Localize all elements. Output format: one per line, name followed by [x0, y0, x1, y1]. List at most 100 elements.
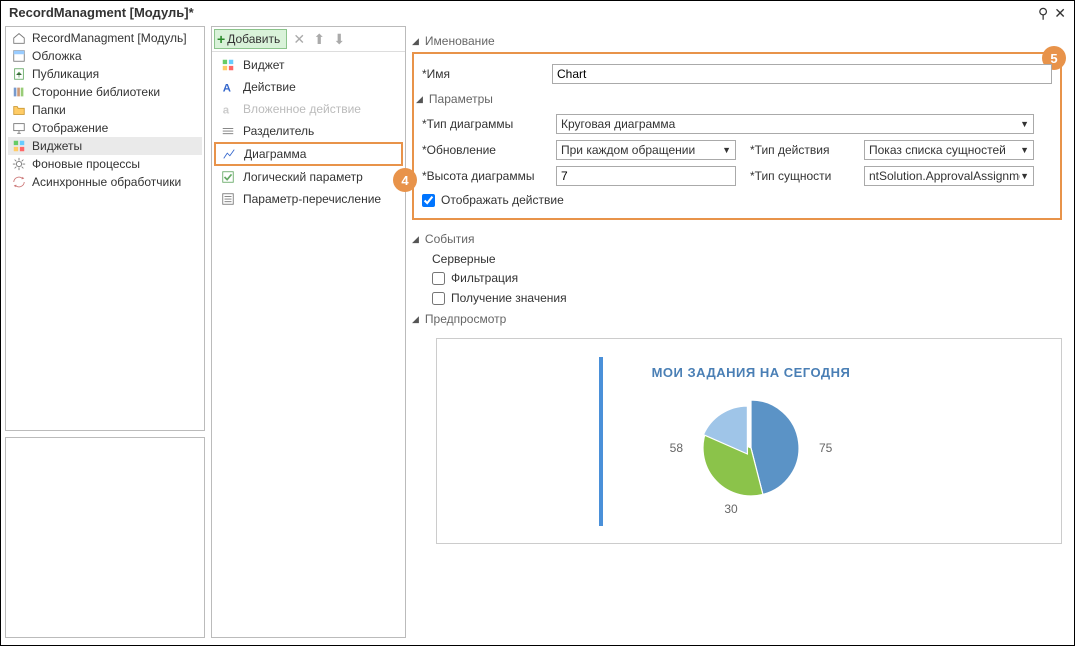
folder-icon — [12, 103, 26, 117]
chevron-down-icon: ▼ — [1020, 145, 1029, 155]
menu-item-nested[interactable]: a Вложенное действие — [214, 98, 403, 120]
pie-chart — [691, 388, 811, 508]
tree-item-label: Виджеты — [32, 139, 82, 153]
show-action-checkbox[interactable]: Отображать действие — [422, 190, 1052, 210]
pie-label-right: 75 — [819, 441, 832, 455]
menu-item-enum[interactable]: Параметр-перечисление — [214, 188, 403, 210]
widget-icon — [12, 139, 26, 153]
cover-icon — [12, 49, 26, 63]
tree-item-label: RecordManagment [Модуль] — [32, 31, 187, 45]
tree-item-async[interactable]: Асинхронные обработчики — [8, 173, 202, 191]
menu-item-bool[interactable]: Логический параметр — [214, 166, 403, 188]
pie-title: МОИ ЗАДАНИЯ НА СЕГОДНЯ — [619, 365, 883, 380]
chart-height-label: *Высота диаграммы — [422, 169, 542, 183]
chart-height-input[interactable] — [556, 166, 736, 186]
tree-item-cover[interactable]: Обложка — [8, 47, 202, 65]
left-preview-box — [5, 437, 205, 638]
menu-item-label: Виджет — [243, 58, 285, 72]
tree-item-folder[interactable]: Папки — [8, 101, 202, 119]
action-type-select[interactable]: Показ списка сущностей▼ — [864, 140, 1034, 160]
getvalue-checkbox[interactable]: Получение значения — [432, 288, 1062, 308]
collapse-icon: ◢ — [416, 94, 423, 105]
plus-icon: + — [217, 31, 225, 47]
sep-icon — [221, 124, 235, 138]
menu-item-label: Диаграмма — [244, 147, 306, 161]
menu-item-label: Вложенное действие — [243, 102, 361, 116]
menu-item-sep[interactable]: Разделитель — [214, 120, 403, 142]
move-down-icon[interactable]: ⬇ — [331, 31, 347, 48]
collapse-icon: ◢ — [412, 314, 419, 325]
add-button[interactable]: + Добавить — [214, 29, 287, 49]
tree-item-label: Папки — [32, 103, 66, 117]
chart-type-select[interactable]: Круговая диаграмма▼ — [556, 114, 1034, 134]
menu-item-label: Разделитель — [243, 124, 314, 138]
titlebar: RecordManagment [Модуль]* ⚲ ✕ — [1, 1, 1074, 22]
display-icon — [12, 121, 26, 135]
tree-item-label: Публикация — [32, 67, 99, 81]
enum-icon — [221, 192, 235, 206]
collapse-icon: ◢ — [412, 36, 419, 47]
home-icon — [12, 31, 26, 45]
async-icon — [12, 175, 26, 189]
widget-icon — [221, 58, 235, 72]
svg-text:A: A — [223, 82, 231, 94]
add-menu-panel: + Добавить ✕ ⬆ ⬇ 4 ВиджетAДействиеaВложе… — [211, 26, 406, 638]
name-input[interactable] — [552, 64, 1052, 84]
show-action-cb-input[interactable] — [422, 194, 435, 207]
chart-icon — [222, 147, 236, 161]
tree-item-label: Обложка — [32, 49, 82, 63]
move-up-icon[interactable]: ⬆ — [311, 31, 327, 48]
tree-item-display[interactable]: Отображение — [8, 119, 202, 137]
action-type-label: *Тип действия — [750, 143, 870, 157]
events-server-label: Серверные — [432, 250, 1062, 268]
getvalue-cb-input[interactable] — [432, 292, 445, 305]
chevron-down-icon: ▼ — [1020, 171, 1029, 181]
delete-icon[interactable]: ✕ — [291, 31, 307, 48]
pie-widget-card: МОИ ЗАДАНИЯ НА СЕГОДНЯ 58 75 30 — [599, 357, 899, 526]
add-button-label: Добавить — [227, 32, 280, 46]
tree-item-home[interactable]: RecordManagment [Модуль] — [8, 29, 202, 47]
filter-checkbox[interactable]: Фильтрация — [432, 268, 1062, 288]
section-preview[interactable]: ◢ Предпросмотр — [412, 308, 1062, 330]
entity-type-select[interactable]: ntSolution.ApprovalAssignment▼ — [864, 166, 1034, 186]
name-label: *Имя — [422, 67, 542, 81]
menu-item-chart[interactable]: Диаграмма — [214, 142, 403, 166]
tree-item-publish[interactable]: Публикация — [8, 65, 202, 83]
menu-item-label: Логический параметр — [243, 170, 363, 184]
pin-icon[interactable]: ⚲ — [1038, 6, 1048, 20]
gear-icon — [12, 157, 26, 171]
tree-item-label: Отображение — [32, 121, 108, 135]
chevron-down-icon: ▼ — [722, 145, 731, 155]
pie-label-left: 58 — [670, 441, 683, 455]
section-events[interactable]: ◢ События — [412, 228, 1062, 250]
tree-item-label: Фоновые процессы — [32, 157, 140, 171]
tree-item-label: Асинхронные обработчики — [32, 175, 181, 189]
window-title: RecordManagment [Модуль]* — [9, 5, 194, 20]
collapse-icon: ◢ — [412, 234, 419, 245]
menu-item-action[interactable]: A Действие — [214, 76, 403, 98]
chevron-down-icon: ▼ — [1020, 119, 1029, 129]
bool-icon — [221, 170, 235, 184]
action-icon: A — [221, 80, 235, 94]
pie-label-bottom: 30 — [724, 502, 737, 516]
lib-icon — [12, 85, 26, 99]
nested-icon: a — [221, 102, 235, 116]
navigation-tree: RecordManagment [Модуль] Обложка Публикаци… — [5, 26, 205, 431]
filter-cb-input[interactable] — [432, 272, 445, 285]
callout-box-5: *Имя ◢ Параметры *Тип диаграммы Круговая… — [412, 52, 1062, 220]
refresh-select[interactable]: При каждом обращении▼ — [556, 140, 736, 160]
preview-container: МОИ ЗАДАНИЯ НА СЕГОДНЯ 58 75 30 — [436, 338, 1062, 544]
menu-item-widget[interactable]: Виджет — [214, 54, 403, 76]
tree-item-lib[interactable]: Сторонние библиотеки — [8, 83, 202, 101]
refresh-label: *Обновление — [422, 143, 542, 157]
tree-item-label: Сторонние библиотеки — [32, 85, 160, 99]
tree-item-gear[interactable]: Фоновые процессы — [8, 155, 202, 173]
menu-item-label: Действие — [243, 80, 296, 94]
detail-panel: 5 ◢ Именование *Имя ◢ Параметры *Тип диа… — [412, 26, 1070, 638]
section-params[interactable]: ◢ Параметры — [416, 88, 1052, 110]
chart-type-label: *Тип диаграммы — [422, 117, 542, 131]
tree-item-widget[interactable]: Виджеты — [8, 137, 202, 155]
close-icon[interactable]: ✕ — [1054, 6, 1066, 20]
publish-icon — [12, 67, 26, 81]
section-naming[interactable]: ◢ Именование — [412, 30, 1062, 52]
